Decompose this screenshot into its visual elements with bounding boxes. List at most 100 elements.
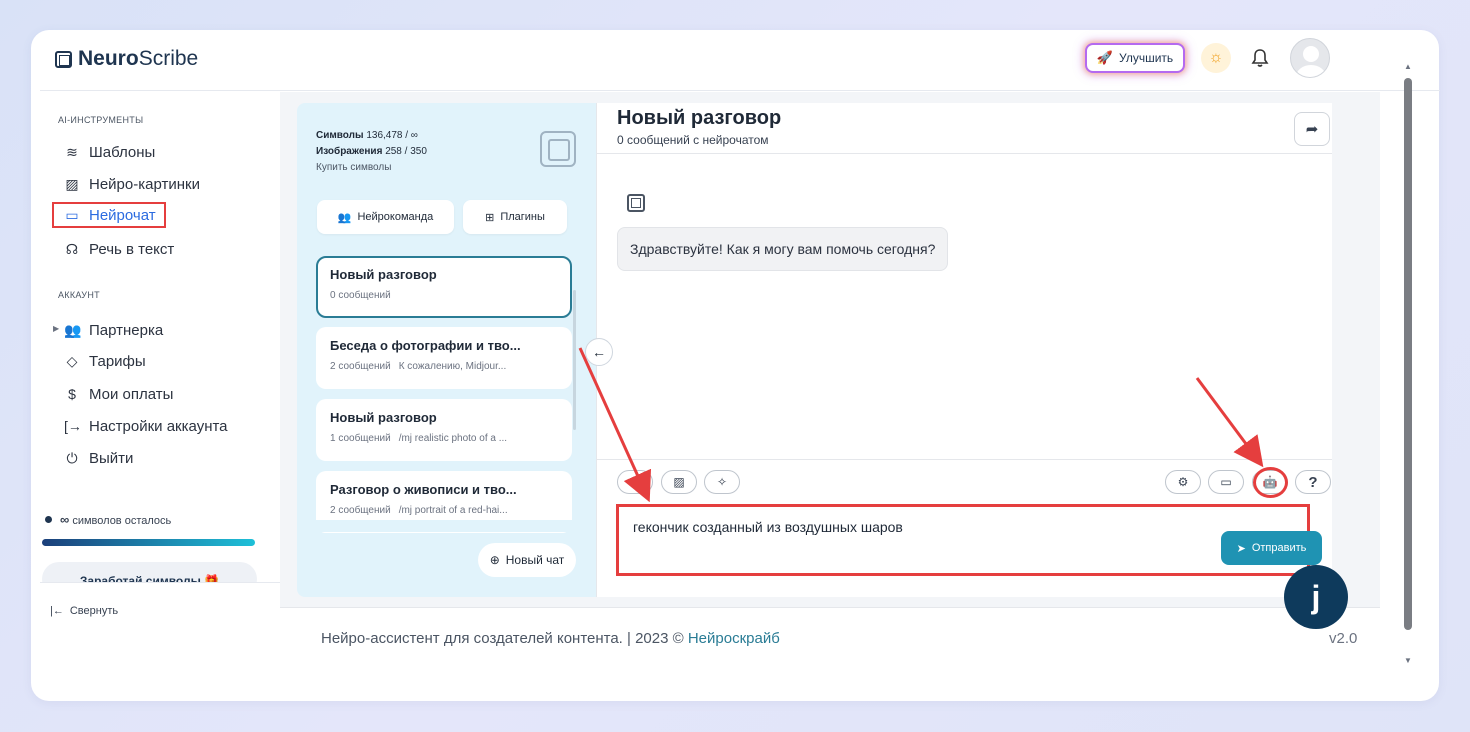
sidebar-item-speech-to-text[interactable]: ☊ Речь в текст	[54, 236, 182, 262]
share-icon[interactable]: ➦	[1294, 112, 1330, 146]
headphones-icon: ☊	[65, 240, 79, 257]
image-icon: ▨	[65, 175, 79, 192]
chat-item-title: Разговор о живописи и тво...	[330, 482, 517, 497]
sidebar-item-label: Шаблоны	[89, 143, 156, 161]
send-label: Отправить	[1251, 542, 1307, 554]
sidebar-item-label: Тарифы	[89, 352, 146, 370]
chat-item-count: 1 сообщений	[330, 433, 391, 444]
collapse-icon: |←	[50, 605, 64, 617]
brand-watermark-icon	[540, 131, 576, 167]
bot-avatar-icon	[627, 194, 645, 212]
chat-item-count: 2 сообщений	[330, 505, 391, 516]
message-input[interactable]: гекончик созданный из воздушных шаров	[616, 504, 1310, 576]
theme-toggle-sun-icon[interactable]: ☼	[1201, 43, 1231, 73]
sidebar-item-partner[interactable]: 👥 Партнерка	[54, 317, 171, 343]
symbols-remaining: ∞ символов осталось	[45, 512, 171, 527]
buy-symbols-link[interactable]: Купить символы	[316, 160, 427, 176]
help-button[interactable]: ?	[1295, 470, 1331, 494]
neuroteam-button[interactable]: 👥 Нейрокоманда	[317, 200, 454, 234]
login-icon: [→	[64, 418, 82, 434]
bot-message: Здравствуйте! Как я могу вам помочь сего…	[617, 227, 949, 271]
app-logo[interactable]: NeuroScribe	[55, 47, 198, 71]
magic-wand-icon[interactable]: ✧	[704, 470, 740, 494]
sidebar-item-payments[interactable]: $ Мои оплаты	[54, 381, 181, 407]
sidebar-section-account: АККАУНТ	[58, 290, 100, 300]
window-scrollbar-thumb[interactable]	[1404, 78, 1412, 630]
footer-divider	[280, 607, 1380, 608]
bell-icon[interactable]	[1248, 45, 1272, 71]
users-icon: 👥	[64, 321, 82, 338]
brand-rest: Scribe	[138, 47, 199, 70]
send-button[interactable]: ➤ Отправить	[1221, 531, 1322, 565]
chat-title: Новый разговор	[617, 107, 782, 129]
chat-icon: ▭	[65, 206, 79, 223]
dollar-icon: $	[68, 386, 76, 402]
images-value: 258 / 350	[385, 146, 427, 157]
symbols-progress-bar	[42, 539, 255, 546]
chat-list-item[interactable]: Беседа о фотографии и тво... 2 сообщений…	[316, 327, 572, 389]
chat-subtitle: 0 сообщений с нейрочатом	[617, 133, 769, 147]
message-input-value: гекончик созданный из воздушных шаров	[633, 519, 903, 535]
upgrade-button[interactable]: 🚀 Улучшить	[1085, 43, 1185, 73]
chat-list-item[interactable]: Новый разговор 0 сообщений	[316, 256, 572, 318]
sidebar-item-templates[interactable]: ≋ Шаблоны	[54, 139, 163, 165]
sidebar-item-label: Нейрочат	[89, 206, 156, 224]
sidebar-item-label: Речь в текст	[89, 240, 175, 258]
status-dot	[45, 516, 52, 523]
chat-item-preview: /mj portrait of a red-hai...	[398, 505, 508, 516]
usage-stats: Символы 136,478 / ∞ Изображения 258 / 35…	[316, 128, 427, 176]
grid-icon: ⊞	[485, 211, 495, 224]
sidebar-item-neuro-images[interactable]: ▨ Нейро-картинки	[54, 171, 208, 197]
footer-link[interactable]: Нейроскрайб	[688, 630, 780, 647]
chat-list-item[interactable]: Новый разговор 1 сообщений/mj realistic …	[316, 399, 572, 461]
sidebar-item-tariffs[interactable]: ◇ Тарифы	[54, 348, 154, 374]
tag-icon: ◇	[66, 352, 78, 369]
chat-item-title: Новый разговор	[330, 267, 437, 282]
footer-copy: Нейро-ассистент для создателей контента.…	[321, 630, 688, 647]
new-chat-label: Новый чат	[505, 553, 565, 567]
sidebar-item-label: Мои оплаты	[89, 385, 174, 403]
avatar[interactable]	[1290, 38, 1330, 78]
header-divider	[40, 90, 1440, 91]
new-chat-button[interactable]: ⊕ Новый чат	[478, 543, 576, 577]
collapse-sidebar-button[interactable]: |← Свернуть	[50, 605, 118, 617]
chat-item-count: 2 сообщений	[330, 361, 391, 372]
rocket-icon: 🚀	[1096, 50, 1114, 65]
sidebar-item-label: Выйти	[89, 449, 134, 467]
chat-item-preview: К сожалению, Midjour...	[398, 361, 507, 372]
toolbar-divider	[597, 459, 1332, 460]
chat-item-title: Новый разговор	[330, 410, 437, 425]
plus-circle-icon: ⊕	[489, 553, 500, 567]
sidebar-item-label: Партнерка	[89, 321, 164, 339]
chat-header-divider	[597, 153, 1332, 154]
chat-list-scrollbar[interactable]	[573, 290, 576, 430]
app-version: v2.0	[1329, 630, 1358, 647]
scroll-down-arrow-icon[interactable]: ▼	[1404, 656, 1412, 665]
sidebar-footer-divider	[40, 582, 280, 604]
support-chat-button[interactable]: j	[1284, 565, 1348, 629]
sidebar-item-label: Нейро-картинки	[89, 175, 200, 193]
add-image-icon[interactable]: ⊞	[617, 470, 653, 494]
image-gallery-icon[interactable]: ▨	[661, 470, 697, 494]
chat-item-title: Беседа о фотографии и тво...	[330, 338, 521, 353]
send-icon: ➤	[1236, 542, 1246, 555]
scroll-up-arrow-icon[interactable]: ▲	[1404, 62, 1412, 71]
plugins-button[interactable]: ⊞ Плагины	[463, 200, 567, 234]
list-fade	[300, 520, 580, 532]
settings-gear-icon[interactable]: ⚙	[1165, 470, 1201, 494]
sidebar-item-label: Настройки аккаунта	[89, 417, 228, 435]
chat-item-preview: /mj realistic photo of a ...	[398, 433, 508, 444]
sidebar-item-account-settings[interactable]: [→ Настройки аккаунта	[54, 413, 236, 439]
sidebar-item-logout[interactable]: ⏻ Выйти	[54, 445, 141, 471]
upgrade-label: Улучшить	[1119, 51, 1174, 65]
progress-fill	[42, 539, 255, 546]
sidebar-section-tools: AI-ИНСТРУМЕНТЫ	[58, 115, 144, 125]
brand-bold: Neuro	[78, 47, 139, 70]
footer-text: Нейро-ассистент для создателей контента.…	[321, 630, 780, 647]
save-prompt-icon[interactable]: ▭	[1208, 470, 1244, 494]
images-label: Изображения	[316, 146, 383, 157]
highlight-ring	[1253, 467, 1288, 498]
team-icon: 👥	[337, 211, 352, 224]
sidebar-item-neurochat[interactable]: ▭ Нейрочат	[52, 202, 166, 228]
collapse-list-arrow-icon[interactable]: ←	[585, 338, 613, 366]
